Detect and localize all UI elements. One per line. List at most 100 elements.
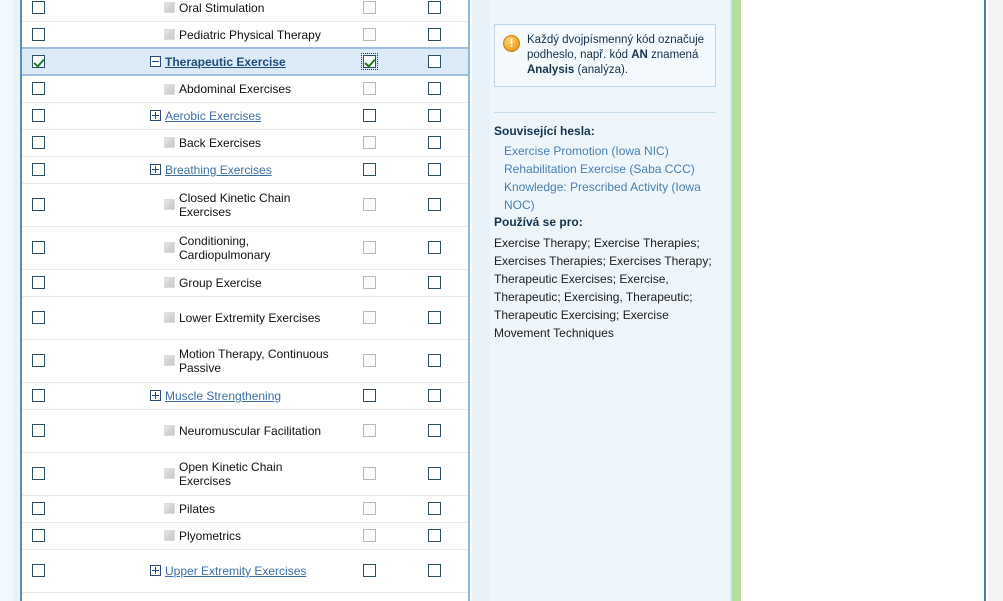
row-checkbox-primary[interactable]	[31, 0, 45, 14]
row-subheading-cell[interactable]	[338, 495, 400, 523]
table-row[interactable]: Lower Extremity Exercises	[22, 296, 468, 340]
row-checkbox-tertiary[interactable]	[427, 501, 441, 515]
row-select-cell[interactable]	[22, 102, 54, 130]
row-subheading-cell[interactable]	[338, 156, 400, 184]
row-checkbox-primary[interactable]	[31, 197, 45, 211]
row-subheading-cell[interactable]	[338, 129, 400, 157]
table-row[interactable]: Abdominal Exercises	[22, 75, 468, 103]
row-explode-cell[interactable]	[400, 382, 468, 410]
row-checkbox-tertiary[interactable]	[427, 528, 441, 542]
row-checkbox-tertiary[interactable]	[427, 27, 441, 41]
table-row[interactable]: Upper Extremity Exercises	[22, 549, 468, 593]
minus-expander-icon[interactable]	[150, 56, 161, 68]
row-explode-cell[interactable]	[400, 156, 468, 184]
plus-expander-icon[interactable]	[150, 164, 161, 176]
row-checkbox-tertiary[interactable]	[427, 423, 441, 437]
table-row[interactable]: Pediatric Physical Therapy	[22, 21, 468, 49]
row-explode-cell[interactable]	[400, 296, 468, 340]
row-select-cell[interactable]	[22, 495, 54, 523]
row-select-cell[interactable]	[22, 226, 54, 270]
row-select-cell[interactable]	[22, 75, 54, 103]
row-checkbox-tertiary[interactable]	[427, 162, 441, 176]
row-select-cell[interactable]	[22, 339, 54, 383]
row-select-cell[interactable]	[22, 156, 54, 184]
row-select-cell[interactable]	[22, 382, 54, 410]
row-select-cell[interactable]	[22, 269, 54, 297]
row-explode-cell[interactable]	[400, 269, 468, 297]
row-select-cell[interactable]	[22, 183, 54, 227]
table-row[interactable]: Motion Therapy, Continuous Passive	[22, 339, 468, 383]
row-select-cell[interactable]	[22, 452, 54, 496]
row-checkbox-primary[interactable]	[31, 501, 45, 515]
row-checkbox-tertiary[interactable]	[427, 54, 441, 68]
row-checkbox-primary[interactable]	[31, 563, 45, 577]
row-checkbox-primary[interactable]	[31, 388, 45, 402]
row-checkbox-tertiary[interactable]	[427, 197, 441, 211]
row-checkbox-secondary[interactable]	[360, 52, 378, 70]
row-subheading-cell[interactable]	[338, 409, 400, 453]
table-row[interactable]: Breathing Exercises	[22, 156, 468, 184]
row-subheading-cell[interactable]	[338, 296, 400, 340]
row-explode-cell[interactable]	[400, 47, 468, 76]
row-checkbox-tertiary[interactable]	[427, 135, 441, 149]
row-checkbox-secondary[interactable]	[362, 388, 376, 402]
row-checkbox-primary[interactable]	[31, 423, 45, 437]
table-row[interactable]: Closed Kinetic Chain Exercises	[22, 183, 468, 227]
row-checkbox-primary[interactable]	[31, 108, 45, 122]
row-checkbox-tertiary[interactable]	[427, 563, 441, 577]
row-checkbox-primary[interactable]	[31, 54, 45, 68]
row-checkbox-primary[interactable]	[31, 528, 45, 542]
plus-expander-icon[interactable]	[150, 110, 161, 122]
plus-expander-icon[interactable]	[150, 390, 161, 402]
row-checkbox-tertiary[interactable]	[427, 275, 441, 289]
row-explode-cell[interactable]	[400, 339, 468, 383]
row-subheading-cell[interactable]	[338, 183, 400, 227]
plus-expander-icon[interactable]	[150, 565, 161, 577]
table-row[interactable]: Aerobic Exercises	[22, 102, 468, 130]
row-select-cell[interactable]	[22, 409, 54, 453]
row-subheading-cell[interactable]	[338, 549, 400, 593]
row-explode-cell[interactable]	[400, 522, 468, 550]
row-explode-cell[interactable]	[400, 183, 468, 227]
row-checkbox-tertiary[interactable]	[427, 310, 441, 324]
row-checkbox-primary[interactable]	[31, 162, 45, 176]
table-row[interactable]: Plyometrics	[22, 522, 468, 550]
row-explode-cell[interactable]	[400, 495, 468, 523]
row-explode-cell[interactable]	[400, 102, 468, 130]
row-checkbox-secondary[interactable]	[362, 108, 376, 122]
table-row[interactable]: Neuromuscular Facilitation	[22, 409, 468, 453]
tree-node-label[interactable]: Upper Extremity Exercises	[165, 564, 306, 578]
tree-node-label[interactable]: Therapeutic Exercise	[165, 55, 286, 69]
row-explode-cell[interactable]	[400, 75, 468, 103]
row-checkbox-primary[interactable]	[31, 310, 45, 324]
row-checkbox-primary[interactable]	[31, 466, 45, 480]
row-checkbox-secondary[interactable]	[362, 162, 376, 176]
row-select-cell[interactable]	[22, 522, 54, 550]
table-row[interactable]: Conditioning, Cardiopulmonary	[22, 226, 468, 270]
row-checkbox-tertiary[interactable]	[427, 0, 441, 14]
row-explode-cell[interactable]	[400, 452, 468, 496]
row-subheading-cell[interactable]	[338, 102, 400, 130]
row-select-cell[interactable]	[22, 296, 54, 340]
row-explode-cell[interactable]	[400, 21, 468, 49]
row-subheading-cell[interactable]	[338, 382, 400, 410]
row-subheading-cell[interactable]	[338, 452, 400, 496]
table-row[interactable]: Pilates	[22, 495, 468, 523]
row-subheading-cell[interactable]	[338, 226, 400, 270]
row-explode-cell[interactable]	[400, 226, 468, 270]
table-row[interactable]: Muscle Strengthening	[22, 382, 468, 410]
row-checkbox-primary[interactable]	[31, 27, 45, 41]
row-subheading-cell[interactable]	[338, 522, 400, 550]
row-checkbox-tertiary[interactable]	[427, 466, 441, 480]
row-subheading-cell[interactable]	[338, 21, 400, 49]
row-subheading-cell[interactable]	[338, 269, 400, 297]
row-select-cell[interactable]	[22, 549, 54, 593]
row-checkbox-primary[interactable]	[31, 353, 45, 367]
row-checkbox-tertiary[interactable]	[427, 240, 441, 254]
tree-node-label[interactable]: Breathing Exercises	[165, 163, 272, 177]
row-explode-cell[interactable]	[400, 549, 468, 593]
row-checkbox-primary[interactable]	[31, 240, 45, 254]
row-subheading-cell[interactable]	[338, 47, 400, 76]
tree-node-label[interactable]: Aerobic Exercises	[165, 109, 261, 123]
row-explode-cell[interactable]	[400, 409, 468, 453]
